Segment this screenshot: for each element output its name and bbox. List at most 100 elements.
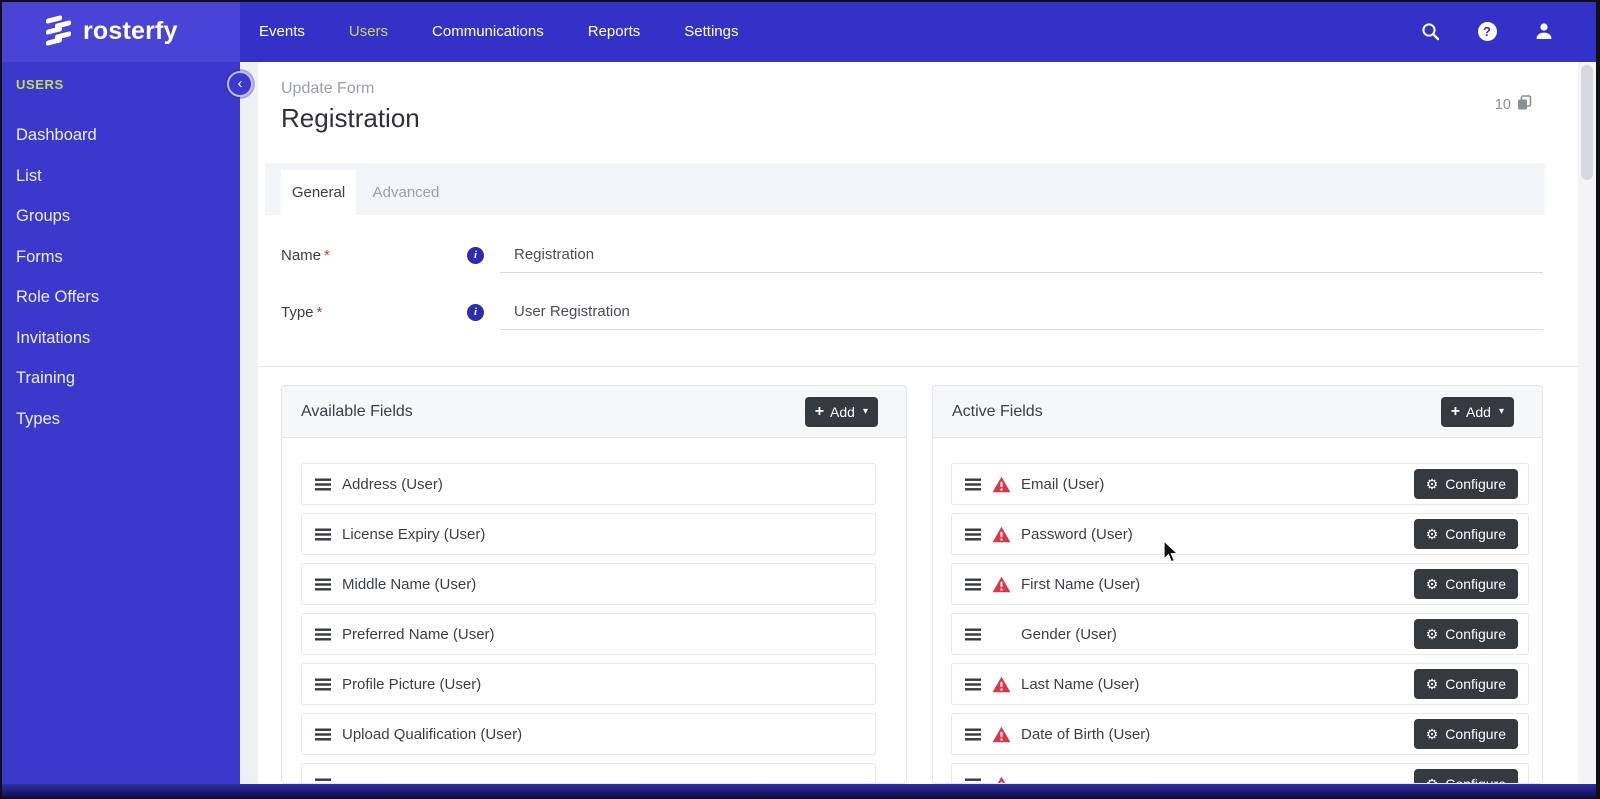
field-item-label: Gender (User) bbox=[1021, 625, 1117, 643]
panel-title: Available Fields bbox=[301, 402, 413, 420]
available-field-item[interactable]: Middle Name (User) bbox=[301, 563, 876, 605]
sidebar-item[interactable]: Dashboard bbox=[0, 115, 240, 156]
drag-handle-icon[interactable] bbox=[315, 678, 331, 691]
configure-button[interactable]: ⚙ Configure bbox=[1413, 719, 1518, 749]
active-field-item[interactable]: Password (User) ⚙ Configure bbox=[951, 513, 1529, 555]
drag-handle-icon[interactable] bbox=[315, 728, 331, 741]
fields-panels: Available Fields + Add ▾ Address (User) … bbox=[258, 367, 1578, 784]
drag-handle-icon[interactable] bbox=[315, 628, 331, 641]
brand-logo[interactable]: rosterfy bbox=[0, 0, 240, 62]
user-icon[interactable] bbox=[1534, 21, 1554, 41]
gear-icon: ⚙ bbox=[1425, 576, 1439, 592]
active-field-item[interactable]: First Name (User) ⚙ Configure bbox=[951, 563, 1529, 605]
form-section: Name * i Registration Type * i User Regist… bbox=[258, 215, 1578, 367]
available-field-item[interactable] bbox=[301, 763, 876, 783]
caret-down-icon: ▾ bbox=[862, 406, 868, 417]
page-subtitle: Update Form bbox=[281, 80, 375, 97]
vertical-scrollbar[interactable] bbox=[1578, 62, 1596, 784]
brand-name: rosterfy bbox=[83, 16, 178, 45]
configure-button[interactable]: ⚙ Configure bbox=[1413, 569, 1518, 599]
collapse-sidebar-button[interactable]: ‹ bbox=[227, 71, 253, 97]
page-title: Registration bbox=[281, 103, 420, 133]
nav-item[interactable]: Settings bbox=[684, 23, 738, 40]
field-item-label: License Expiry (User) bbox=[342, 525, 486, 543]
field-item-label: Address (User) bbox=[342, 475, 443, 493]
nav-item[interactable]: Communications bbox=[432, 23, 544, 40]
drag-handle-icon[interactable] bbox=[965, 678, 981, 691]
add-available-field-button[interactable]: + Add ▾ bbox=[804, 396, 878, 427]
drag-handle-icon[interactable] bbox=[315, 478, 331, 491]
tab-strip: General Advanced bbox=[265, 163, 1545, 215]
configure-button[interactable]: ⚙ Configure bbox=[1413, 519, 1518, 549]
active-field-item[interactable]: ⚙ Configure bbox=[951, 763, 1529, 783]
nav-item[interactable]: Users bbox=[349, 23, 388, 40]
available-field-item[interactable]: License Expiry (User) bbox=[301, 513, 876, 555]
field-item-label: Password (User) bbox=[1021, 525, 1133, 543]
content-gutter bbox=[240, 62, 258, 784]
required-asterisk: * bbox=[324, 246, 330, 264]
field-item-label: Last Name (User) bbox=[1021, 675, 1140, 693]
search-icon[interactable] bbox=[1420, 21, 1440, 41]
active-field-item[interactable]: Date of Birth (User) ⚙ Configure bbox=[951, 713, 1529, 755]
form-field-row: Type * i User Registration bbox=[281, 294, 1543, 330]
nav-item[interactable]: Reports bbox=[588, 23, 641, 40]
available-field-item[interactable]: Preferred Name (User) bbox=[301, 613, 876, 655]
configure-button[interactable]: ⚙ Configure bbox=[1413, 619, 1518, 649]
drag-handle-icon[interactable] bbox=[315, 528, 331, 541]
sidebar-item[interactable]: Invitations bbox=[0, 318, 240, 359]
gear-icon: ⚙ bbox=[1425, 476, 1439, 492]
help-icon[interactable]: ? bbox=[1477, 21, 1497, 41]
available-field-item[interactable]: Profile Picture (User) bbox=[301, 663, 876, 705]
sidebar-item[interactable]: Types bbox=[0, 399, 240, 440]
warning-icon bbox=[992, 576, 1011, 593]
nav-item[interactable]: Events bbox=[259, 23, 305, 40]
add-active-field-button[interactable]: + Add ▾ bbox=[1440, 396, 1514, 427]
field-item-label: Profile Picture (User) bbox=[342, 675, 482, 693]
panel-title: Active Fields bbox=[952, 402, 1043, 420]
available-field-item[interactable]: Upload Qualification (User) bbox=[301, 713, 876, 755]
drag-handle-icon[interactable] bbox=[965, 578, 981, 591]
text-input[interactable]: Registration bbox=[500, 237, 1543, 273]
duplicate-count[interactable]: 10 bbox=[1495, 95, 1532, 114]
tab[interactable]: Advanced bbox=[370, 170, 442, 215]
field-item-label: Middle Name (User) bbox=[342, 575, 477, 593]
required-asterisk: * bbox=[316, 303, 323, 321]
count-value: 10 bbox=[1494, 96, 1511, 113]
sidebar-item[interactable]: Role Offers bbox=[0, 277, 240, 318]
configure-button[interactable]: ⚙ Configure bbox=[1413, 669, 1518, 699]
app-window: rosterfy Events Users Communications Rep… bbox=[0, 0, 1600, 799]
drag-handle-icon[interactable] bbox=[315, 578, 331, 591]
copy-icon bbox=[1517, 95, 1532, 114]
active-field-item[interactable]: Email (User) ⚙ Configure bbox=[951, 463, 1529, 505]
active-fields-panel: Active Fields + Add ▾ Email (User) ⚙ Con… bbox=[932, 385, 1543, 784]
sidebar-item[interactable]: Groups bbox=[0, 196, 240, 237]
tab[interactable]: General bbox=[281, 170, 356, 215]
top-bar: rosterfy Events Users Communications Rep… bbox=[0, 0, 1600, 62]
configure-button[interactable]: ⚙ Configure bbox=[1413, 769, 1518, 783]
info-icon[interactable]: i bbox=[467, 303, 484, 321]
drag-handle-icon[interactable] bbox=[965, 528, 981, 541]
sidebar-item[interactable]: List bbox=[0, 156, 240, 197]
warning-icon bbox=[992, 776, 1011, 783]
info-icon[interactable]: i bbox=[467, 246, 484, 264]
field-item-label: First Name (User) bbox=[1021, 575, 1141, 593]
bottom-window-bar bbox=[0, 784, 1600, 799]
active-field-item[interactable]: Last Name (User) ⚙ Configure bbox=[951, 663, 1529, 705]
sidebar-item[interactable]: Training bbox=[0, 358, 240, 399]
text-input[interactable]: User Registration bbox=[500, 294, 1543, 330]
gear-icon: ⚙ bbox=[1425, 726, 1439, 742]
drag-handle-icon[interactable] bbox=[965, 478, 981, 491]
sidebar-item[interactable]: Forms bbox=[0, 237, 240, 278]
scrollbar-thumb[interactable] bbox=[1581, 65, 1593, 180]
configure-button[interactable]: ⚙ Configure bbox=[1413, 469, 1518, 499]
form-field-row: Name * i Registration bbox=[281, 237, 1543, 273]
caret-down-icon: ▾ bbox=[1498, 406, 1504, 417]
field-item-label: Upload Qualification (User) bbox=[342, 725, 523, 743]
drag-handle-icon[interactable] bbox=[965, 728, 981, 741]
sidebar: USERS Dashboard List Groups Forms Role O… bbox=[0, 62, 240, 784]
active-field-item[interactable]: Gender (User) ⚙ Configure bbox=[951, 613, 1529, 655]
drag-handle-icon[interactable] bbox=[965, 628, 981, 641]
gear-icon: ⚙ bbox=[1425, 676, 1439, 692]
available-field-item[interactable]: Address (User) bbox=[301, 463, 876, 505]
field-item-label: Email (User) bbox=[1021, 475, 1105, 493]
